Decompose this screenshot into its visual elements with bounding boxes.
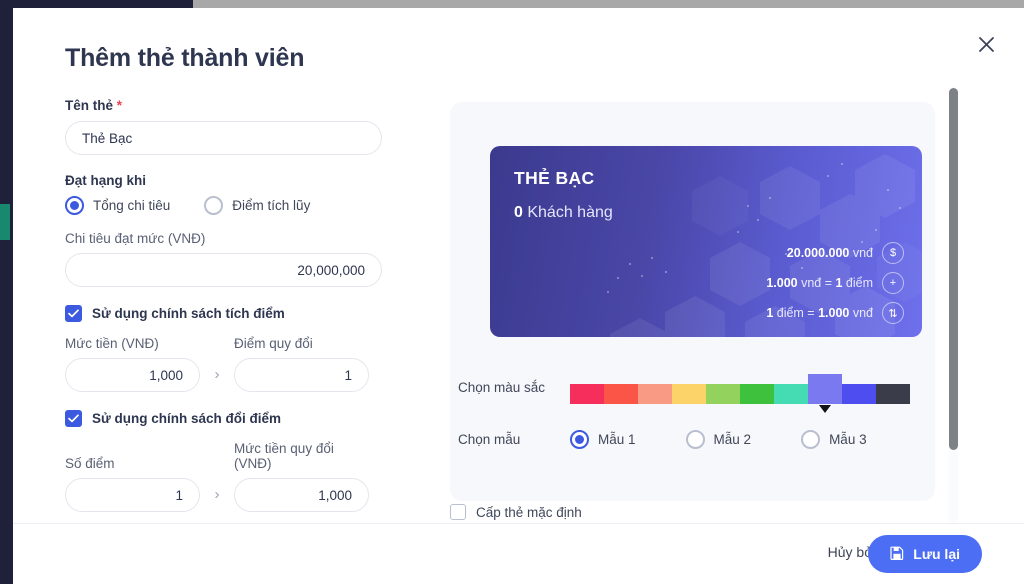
rank-condition-label: Đạt hạng khi bbox=[65, 173, 147, 188]
color-swatch[interactable] bbox=[774, 384, 808, 404]
save-floppy-icon bbox=[890, 546, 904, 563]
color-picker-label: Chọn màu sắc bbox=[458, 379, 546, 395]
checkbox-check-icon bbox=[65, 410, 82, 427]
redeem-points-label: Số điểm bbox=[65, 456, 115, 471]
save-button[interactable]: Lưu lại bbox=[868, 535, 982, 573]
swap-arrows-icon: ⇅ bbox=[882, 302, 904, 324]
default-card-label: Cấp thẻ mặc định bbox=[476, 504, 582, 520]
modal-footer: Hủy bỏ Lưu lại bbox=[13, 523, 1024, 584]
add-member-card-modal: Thêm thẻ thành viên Tên thẻ * Đạt hạng k… bbox=[13, 8, 1024, 584]
accrual-money-label: Mức tiền (VNĐ) bbox=[65, 336, 159, 351]
color-picker: Chọn màu sắc bbox=[458, 370, 928, 404]
accrual-policy-checkbox[interactable]: Sử dụng chính sách tích điểm bbox=[65, 305, 450, 322]
dollar-icon: $ bbox=[882, 242, 904, 264]
default-card-checkbox[interactable]: Cấp thẻ mặc định bbox=[450, 504, 582, 520]
required-asterisk: * bbox=[116, 98, 123, 113]
radio-mark-icon bbox=[570, 430, 589, 449]
checkbox-empty-icon bbox=[450, 504, 466, 520]
radio-mark-icon bbox=[204, 196, 224, 215]
redeem-points-group: Số điểm bbox=[65, 456, 200, 512]
redeem-policy-label: Sử dụng chính sách đổi điểm bbox=[92, 411, 282, 426]
card-customer-label: Khách hàng bbox=[527, 204, 613, 221]
color-swatch[interactable] bbox=[672, 384, 706, 404]
color-swatch[interactable] bbox=[706, 384, 740, 404]
radio-accumulated-points-label: Điểm tích lũy bbox=[232, 198, 311, 213]
close-icon[interactable] bbox=[968, 26, 1004, 62]
spend-threshold-label: Chi tiêu đạt mức (VNĐ) bbox=[65, 231, 206, 246]
radio-template-3[interactable]: Mẫu 3 bbox=[801, 430, 867, 449]
redeem-points-input[interactable] bbox=[65, 478, 200, 512]
form-column: Tên thẻ * Đạt hạng khi Tổng chi tiêu Điể… bbox=[65, 98, 450, 512]
card-customer-number: 0 bbox=[514, 204, 523, 221]
background-app-sidebar bbox=[0, 8, 13, 584]
redeem-money-input[interactable] bbox=[234, 478, 369, 512]
card-preview-panel: THẺ BẠC 0 Khách hàng 20.000.000 vnđ $ 1.… bbox=[450, 102, 935, 501]
color-swatch-list bbox=[570, 370, 910, 404]
radio-template-2-label: Mẫu 2 bbox=[713, 432, 752, 447]
color-swatch[interactable] bbox=[808, 374, 842, 404]
radio-total-spend[interactable]: Tổng chi tiêu bbox=[65, 196, 170, 215]
cancel-button[interactable]: Hủy bỏ bbox=[828, 544, 872, 560]
save-button-label: Lưu lại bbox=[913, 546, 960, 562]
member-card-preview: THẺ BẠC 0 Khách hàng 20.000.000 vnđ $ 1.… bbox=[490, 146, 922, 337]
accrual-money-group: Mức tiền (VNĐ) bbox=[65, 336, 200, 392]
color-swatch[interactable] bbox=[740, 384, 774, 404]
radio-template-2[interactable]: Mẫu 2 bbox=[685, 430, 752, 449]
accrual-policy-fields: Mức tiền (VNĐ) › Điểm quy đổi bbox=[65, 336, 450, 392]
card-title: THẺ BẠC bbox=[514, 168, 595, 188]
radio-template-1[interactable]: Mẫu 1 bbox=[570, 430, 636, 449]
card-stat-spend-text: 20.000.000 vnđ bbox=[786, 246, 873, 260]
modal-body: Tên thẻ * Đạt hạng khi Tổng chi tiêu Điể… bbox=[13, 86, 1024, 523]
radio-mark-icon bbox=[65, 196, 84, 215]
radio-template-1-label: Mẫu 1 bbox=[598, 432, 636, 447]
color-swatch[interactable] bbox=[876, 384, 910, 404]
checkbox-check-icon bbox=[65, 305, 82, 322]
accrual-points-group: Điểm quy đổi bbox=[234, 336, 369, 392]
template-picker: Chọn mẫu Mẫu 1 Mẫu 2 Mẫu 3 bbox=[458, 430, 928, 449]
radio-total-spend-label: Tổng chi tiêu bbox=[93, 198, 171, 213]
screen: Thêm thẻ thành viên Tên thẻ * Đạt hạng k… bbox=[0, 0, 1024, 584]
color-swatch[interactable] bbox=[604, 384, 638, 404]
accrual-arrow-icon: › bbox=[214, 366, 220, 383]
redeem-money-label: Mức tiền quy đổi (VNĐ) bbox=[234, 441, 334, 471]
card-name-label: Tên thẻ * bbox=[65, 98, 450, 113]
accrual-points-input[interactable] bbox=[234, 358, 369, 392]
sidebar-active-indicator bbox=[0, 204, 10, 240]
color-swatch[interactable] bbox=[570, 384, 604, 404]
redeem-policy-checkbox[interactable]: Sử dụng chính sách đổi điểm bbox=[65, 410, 450, 427]
rank-condition-radio-group: Tổng chi tiêu Điểm tích lũy bbox=[65, 196, 450, 215]
color-swatch[interactable] bbox=[842, 384, 876, 404]
redeem-money-group: Mức tiền quy đổi (VNĐ) bbox=[234, 441, 369, 512]
card-name-input[interactable] bbox=[65, 121, 382, 155]
card-stat-redeem-text: 1 điểm = 1.000 vnđ bbox=[766, 306, 873, 320]
radio-accumulated-points[interactable]: Điểm tích lũy bbox=[204, 196, 310, 215]
color-swatch[interactable] bbox=[638, 384, 672, 404]
card-stat-row: 20.000.000 vnđ $ bbox=[787, 242, 904, 264]
radio-mark-icon bbox=[801, 430, 821, 449]
page-title: Thêm thẻ thành viên bbox=[65, 44, 305, 72]
radio-template-3-label: Mẫu 3 bbox=[829, 432, 867, 447]
spend-threshold-input[interactable] bbox=[65, 253, 382, 287]
template-picker-label: Chọn mẫu bbox=[458, 432, 521, 447]
plus-icon: + bbox=[882, 272, 904, 294]
card-stat-row: 1.000 vnđ = 1 điểm + bbox=[766, 272, 904, 294]
template-radio-group: Mẫu 1 Mẫu 2 Mẫu 3 bbox=[570, 430, 867, 449]
card-stat-accrual-text: 1.000 vnđ = 1 điểm bbox=[766, 276, 873, 290]
modal-scrollbar-thumb[interactable] bbox=[949, 88, 958, 450]
accrual-points-label: Điểm quy đổi bbox=[234, 336, 313, 351]
accrual-money-input[interactable] bbox=[65, 358, 200, 392]
accrual-policy-label: Sử dụng chính sách tích điểm bbox=[92, 306, 285, 321]
card-stats-list: 20.000.000 vnđ $ 1.000 vnđ = 1 điểm + 1 … bbox=[766, 242, 904, 324]
redeem-arrow-icon: › bbox=[214, 486, 220, 503]
card-stat-row: 1 điểm = 1.000 vnđ ⇅ bbox=[766, 302, 904, 324]
redeem-policy-fields: Số điểm › Mức tiền quy đổi (VNĐ) bbox=[65, 441, 450, 512]
radio-mark-icon bbox=[685, 430, 705, 449]
card-customer-count: 0 Khách hàng bbox=[514, 204, 613, 222]
card-name-label-text: Tên thẻ bbox=[65, 98, 114, 113]
